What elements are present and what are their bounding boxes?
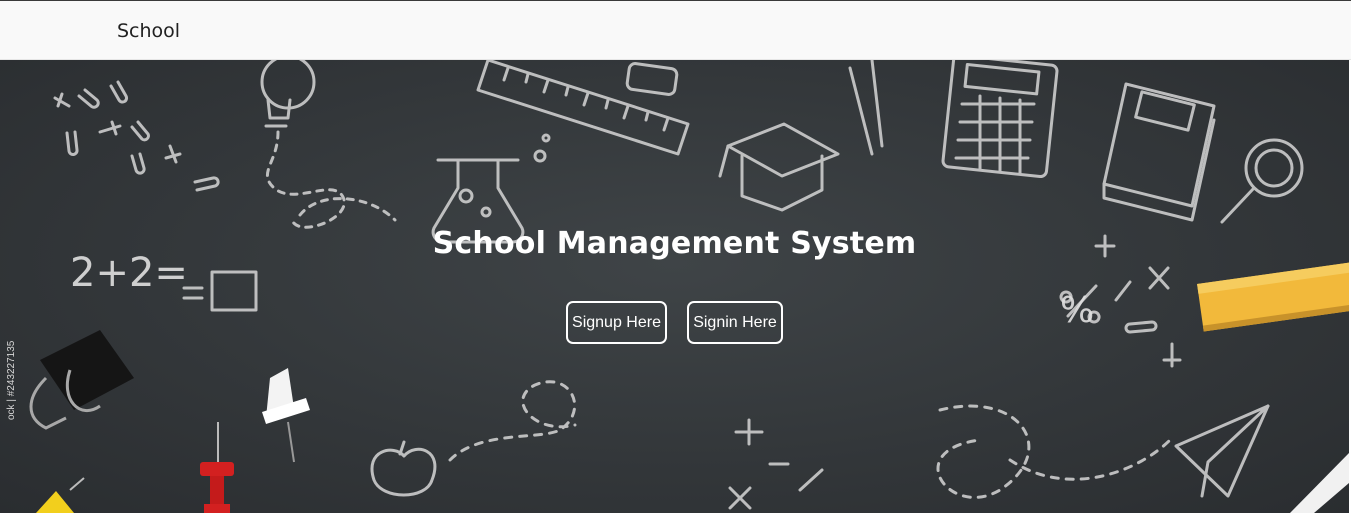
paper-plane-icon bbox=[1174, 404, 1270, 498]
paperclip-icon bbox=[53, 80, 220, 192]
white-pushpin-icon bbox=[262, 368, 310, 463]
chalkboard-illustration: 2+2= % bbox=[29, 60, 1349, 513]
hero-banner: 2+2= % School Management System Signup H… bbox=[0, 60, 1349, 513]
binder-clip-icon bbox=[29, 330, 134, 430]
lightbulb-icon bbox=[260, 60, 397, 229]
signup-button[interactable]: Signup Here bbox=[566, 301, 667, 344]
ruler-icon bbox=[476, 60, 690, 156]
top-navbar: School bbox=[0, 0, 1351, 60]
book-icon bbox=[1102, 82, 1216, 222]
graduation-cap-icon bbox=[718, 122, 840, 212]
red-pushpin-icon bbox=[200, 422, 234, 513]
signin-button[interactable]: Signin Here bbox=[687, 301, 783, 344]
magnifier-icon bbox=[1220, 138, 1304, 224]
chalk-percent-text: % bbox=[1060, 290, 1094, 331]
stock-image-id: ock | #243227135 bbox=[6, 340, 17, 420]
yellow-chalk bbox=[1197, 261, 1349, 332]
brand-link[interactable]: School bbox=[117, 20, 180, 42]
hero-title: School Management System bbox=[432, 226, 917, 261]
calculator-icon bbox=[941, 60, 1059, 179]
